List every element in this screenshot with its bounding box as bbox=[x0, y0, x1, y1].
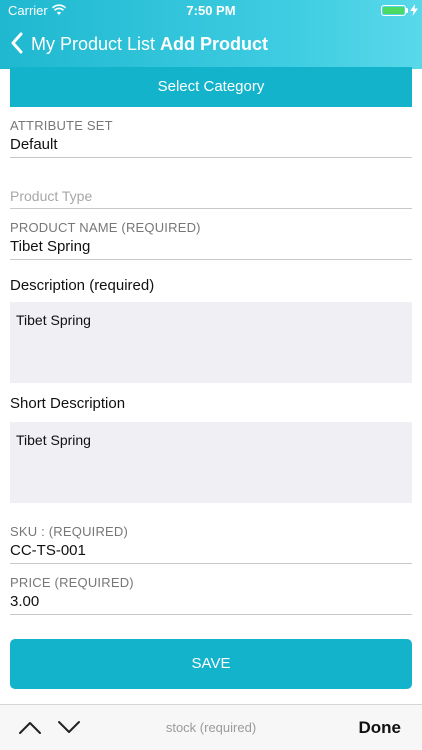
attribute-set-field[interactable]: ATTRIBUTE SET Default bbox=[10, 118, 412, 158]
sku-field[interactable]: SKU : (REQUIRED) CC-TS-001 bbox=[10, 524, 412, 564]
battery-icon bbox=[381, 5, 406, 16]
page-title: Add Product bbox=[160, 34, 268, 54]
short-description-label: Short Description bbox=[10, 395, 126, 412]
description-label: Description (required) bbox=[10, 277, 155, 294]
product-name-label: PRODUCT NAME (REQUIRED) bbox=[10, 220, 201, 235]
product-type-placeholder[interactable]: Product Type bbox=[10, 188, 92, 204]
back-button[interactable]: My Product List bbox=[31, 34, 155, 55]
attribute-set-label: ATTRIBUTE SET bbox=[10, 118, 113, 133]
sku-input[interactable]: CC-TS-001 bbox=[10, 542, 412, 559]
save-button[interactable]: SAVE bbox=[10, 639, 412, 689]
attribute-set-value[interactable]: Default bbox=[10, 136, 412, 153]
keyboard-toolbar: stock (required) Done bbox=[0, 704, 422, 750]
charging-icon bbox=[410, 4, 418, 16]
product-type-field[interactable]: Product Type bbox=[10, 188, 412, 209]
short-description-textarea[interactable]: Tibet Spring bbox=[10, 422, 412, 503]
select-category-button[interactable]: Select Category bbox=[10, 67, 412, 107]
status-bar: Carrier 7:50 PM bbox=[0, 0, 422, 22]
app-header: Carrier 7:50 PM My Product List Add Prod… bbox=[0, 0, 422, 69]
battery-tip bbox=[406, 8, 408, 13]
navigation-bar: My Product List Add Product bbox=[0, 22, 422, 66]
done-button[interactable]: Done bbox=[359, 718, 402, 738]
chevron-left-icon[interactable] bbox=[10, 32, 24, 54]
product-name-input[interactable]: Tibet Spring bbox=[10, 238, 412, 255]
product-name-field[interactable]: PRODUCT NAME (REQUIRED) Tibet Spring bbox=[10, 220, 412, 260]
description-textarea[interactable]: Tibet Spring bbox=[10, 302, 412, 383]
sku-label: SKU : (REQUIRED) bbox=[10, 524, 129, 539]
price-label: PRICE (REQUIRED) bbox=[10, 575, 134, 590]
price-input[interactable]: 3.00 bbox=[10, 593, 412, 610]
price-field[interactable]: PRICE (REQUIRED) 3.00 bbox=[10, 575, 412, 615]
status-time: 7:50 PM bbox=[186, 3, 236, 18]
